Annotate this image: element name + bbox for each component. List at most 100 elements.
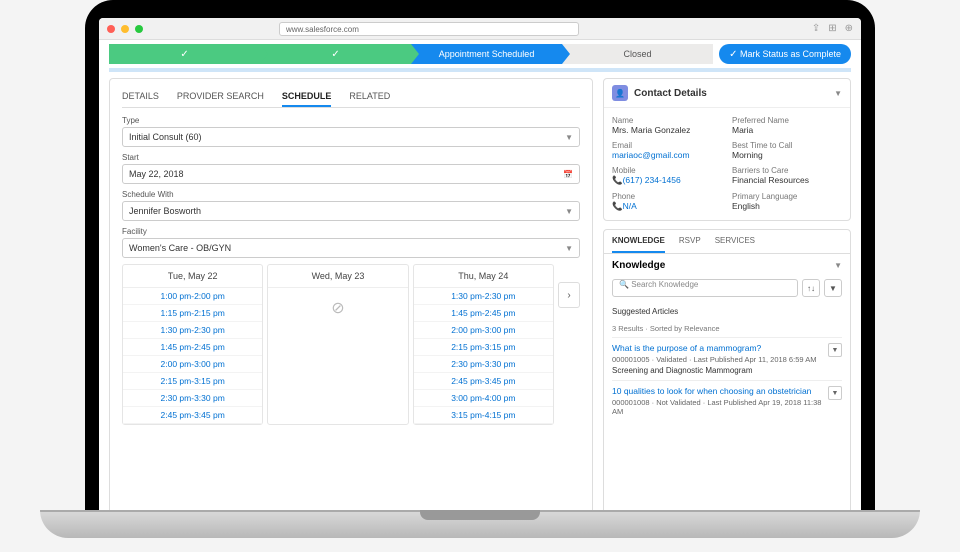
time-slot[interactable]: 2:30 pm-3:30 pm — [123, 390, 262, 407]
time-slot[interactable]: 1:30 pm-2:30 pm — [123, 322, 262, 339]
window-max-icon[interactable] — [135, 25, 143, 33]
laptop-notch — [420, 510, 540, 520]
schedule-grid: Tue, May 221:00 pm-2:00 pm1:15 pm-2:15 p… — [122, 264, 580, 425]
time-slot[interactable]: 3:00 pm-4:00 pm — [414, 390, 553, 407]
time-slot[interactable]: 1:30 pm-2:30 pm — [414, 288, 553, 305]
time-slot[interactable]: 2:45 pm-3:45 pm — [123, 407, 262, 424]
check-icon: ✓ — [331, 49, 339, 60]
status-path: ✓ ✓ Appointment Scheduled Closed ✓ Mark … — [99, 40, 861, 68]
more-icon[interactable]: ⊕ — [845, 23, 853, 34]
time-slot[interactable]: 3:15 pm-4:15 pm — [414, 407, 553, 424]
chevron-down-icon[interactable]: ▼ — [834, 261, 842, 270]
chevron-down-icon: ▼ — [565, 207, 573, 216]
time-slot[interactable]: 2:00 pm-3:00 pm — [123, 356, 262, 373]
path-step-3[interactable]: Appointment Scheduled — [411, 44, 562, 64]
main-panel: DETAILS PROVIDER SEARCH SCHEDULE RELATED… — [109, 78, 593, 514]
email-link[interactable]: mariaoc@gmail.com — [612, 150, 722, 160]
contact-title: Contact Details — [634, 88, 707, 99]
ktab-knowledge[interactable]: KNOWLEDGE — [612, 230, 665, 253]
time-slot[interactable]: 1:15 pm-2:15 pm — [123, 305, 262, 322]
mobile-link[interactable]: 📞(617) 234-1456 — [612, 175, 722, 186]
email-label: Email — [612, 141, 722, 150]
knowledge-panel: KNOWLEDGE RSVP SERVICES Knowledge ▼ 🔍 Sea… — [603, 229, 851, 514]
phone-link[interactable]: 📞N/A — [612, 201, 722, 212]
schedule-column: Wed, May 23⊘ — [267, 264, 408, 425]
mobile-label: Mobile — [612, 166, 722, 175]
day-header: Thu, May 24 — [414, 265, 553, 288]
tabs-icon[interactable]: ⊞ — [828, 23, 836, 34]
chevron-down-icon: ▼ — [565, 244, 573, 253]
day-header: Tue, May 22 — [123, 265, 262, 288]
mark-complete-button[interactable]: ✓ Mark Status as Complete — [719, 44, 851, 64]
share-icon[interactable]: ⇪ — [812, 23, 820, 34]
browser-chrome: www.salesforce.com ⇪ ⊞ ⊕ — [99, 18, 861, 40]
knowledge-item: ▼10 qualities to look for when choosing … — [612, 380, 842, 421]
record-tabs: DETAILS PROVIDER SEARCH SCHEDULE RELATED — [122, 87, 580, 108]
phone-label: Phone — [612, 192, 722, 201]
type-label: Type — [122, 116, 580, 125]
time-slot[interactable]: 1:00 pm-2:00 pm — [123, 288, 262, 305]
schedule-with-select[interactable]: Jennifer Bosworth▼ — [122, 201, 580, 221]
window-close-icon[interactable] — [107, 25, 115, 33]
article-link[interactable]: What is the purpose of a mammogram? — [612, 343, 842, 353]
tab-schedule[interactable]: SCHEDULE — [282, 87, 332, 107]
time-slot[interactable]: 2:30 pm-3:30 pm — [414, 356, 553, 373]
time-slot[interactable]: 1:45 pm-2:45 pm — [414, 305, 553, 322]
tab-provider-search[interactable]: PROVIDER SEARCH — [177, 87, 264, 107]
tab-details[interactable]: DETAILS — [122, 87, 159, 107]
day-header: Wed, May 23 — [268, 265, 407, 288]
next-day-button[interactable]: › — [558, 282, 580, 308]
facility-label: Facility — [122, 227, 580, 236]
contact-icon: 👤 — [612, 85, 628, 101]
calendar-icon: 📅 — [563, 170, 573, 179]
chevron-down-icon: ▼ — [565, 133, 573, 142]
filter-button[interactable]: ▼ — [824, 279, 842, 297]
tab-related[interactable]: RELATED — [349, 87, 390, 107]
path-step-4[interactable]: Closed — [562, 44, 713, 64]
check-icon: ✓ — [729, 49, 737, 60]
schedule-with-label: Schedule With — [122, 190, 580, 199]
start-date-input[interactable]: May 22, 2018📅 — [122, 164, 580, 184]
facility-select[interactable]: Women's Care - OB/GYN▼ — [122, 238, 580, 258]
time-slot[interactable]: 2:00 pm-3:00 pm — [414, 322, 553, 339]
barrier-label: Barriers to Care — [732, 166, 842, 175]
ktab-rsvp[interactable]: RSVP — [679, 230, 701, 253]
article-link[interactable]: 10 qualities to look for when choosing a… — [612, 386, 842, 396]
path-step-1[interactable]: ✓ — [109, 44, 260, 64]
schedule-column: Thu, May 241:30 pm-2:30 pm1:45 pm-2:45 p… — [413, 264, 554, 425]
lang-label: Primary Language — [732, 192, 842, 201]
url-bar[interactable]: www.salesforce.com — [279, 22, 579, 36]
item-menu-button[interactable]: ▼ — [828, 386, 842, 400]
knowledge-search-input[interactable]: 🔍 Search Knowledge — [612, 279, 798, 297]
name-value: Mrs. Maria Gonzalez — [612, 125, 722, 135]
knowledge-item: ▼What is the purpose of a mammogram? 0000… — [612, 337, 842, 380]
time-slot[interactable]: 1:45 pm-2:45 pm — [123, 339, 262, 356]
path-step-2[interactable]: ✓ — [260, 44, 411, 64]
time-slot[interactable]: 2:15 pm-3:15 pm — [414, 339, 553, 356]
time-slot[interactable]: 2:15 pm-3:15 pm — [123, 373, 262, 390]
item-menu-button[interactable]: ▼ — [828, 343, 842, 357]
check-icon: ✓ — [180, 49, 188, 60]
chevron-down-icon[interactable]: ▼ — [834, 89, 842, 98]
pref-label: Preferred Name — [732, 116, 842, 125]
results-count: 3 Results · Sorted by Relevance — [604, 320, 850, 337]
sort-button[interactable]: ↑↓ — [802, 279, 820, 297]
time-slot[interactable]: 2:45 pm-3:45 pm — [414, 373, 553, 390]
suggested-label: Suggested Articles — [604, 303, 850, 320]
ktab-services[interactable]: SERVICES — [715, 230, 755, 253]
lang-value: English — [732, 201, 842, 211]
pref-value: Maria — [732, 125, 842, 135]
knowledge-header: Knowledge — [612, 260, 665, 271]
article-meta: 000001008 · Not Validated · Last Publish… — [612, 398, 842, 416]
start-label: Start — [122, 153, 580, 162]
window-min-icon[interactable] — [121, 25, 129, 33]
best-label: Best Time to Call — [732, 141, 842, 150]
barrier-value: Financial Resources — [732, 175, 842, 185]
schedule-column: Tue, May 221:00 pm-2:00 pm1:15 pm-2:15 p… — [122, 264, 263, 425]
article-meta: 000001005 · Validated · Last Published A… — [612, 355, 842, 364]
no-slots-icon: ⊘ — [268, 288, 407, 328]
contact-card: 👤 Contact Details ▼ NameMrs. Maria Gonzale… — [603, 78, 851, 221]
article-desc: Screening and Diagnostic Mammogram — [612, 366, 842, 375]
type-select[interactable]: Initial Consult (60)▼ — [122, 127, 580, 147]
name-label: Name — [612, 116, 722, 125]
